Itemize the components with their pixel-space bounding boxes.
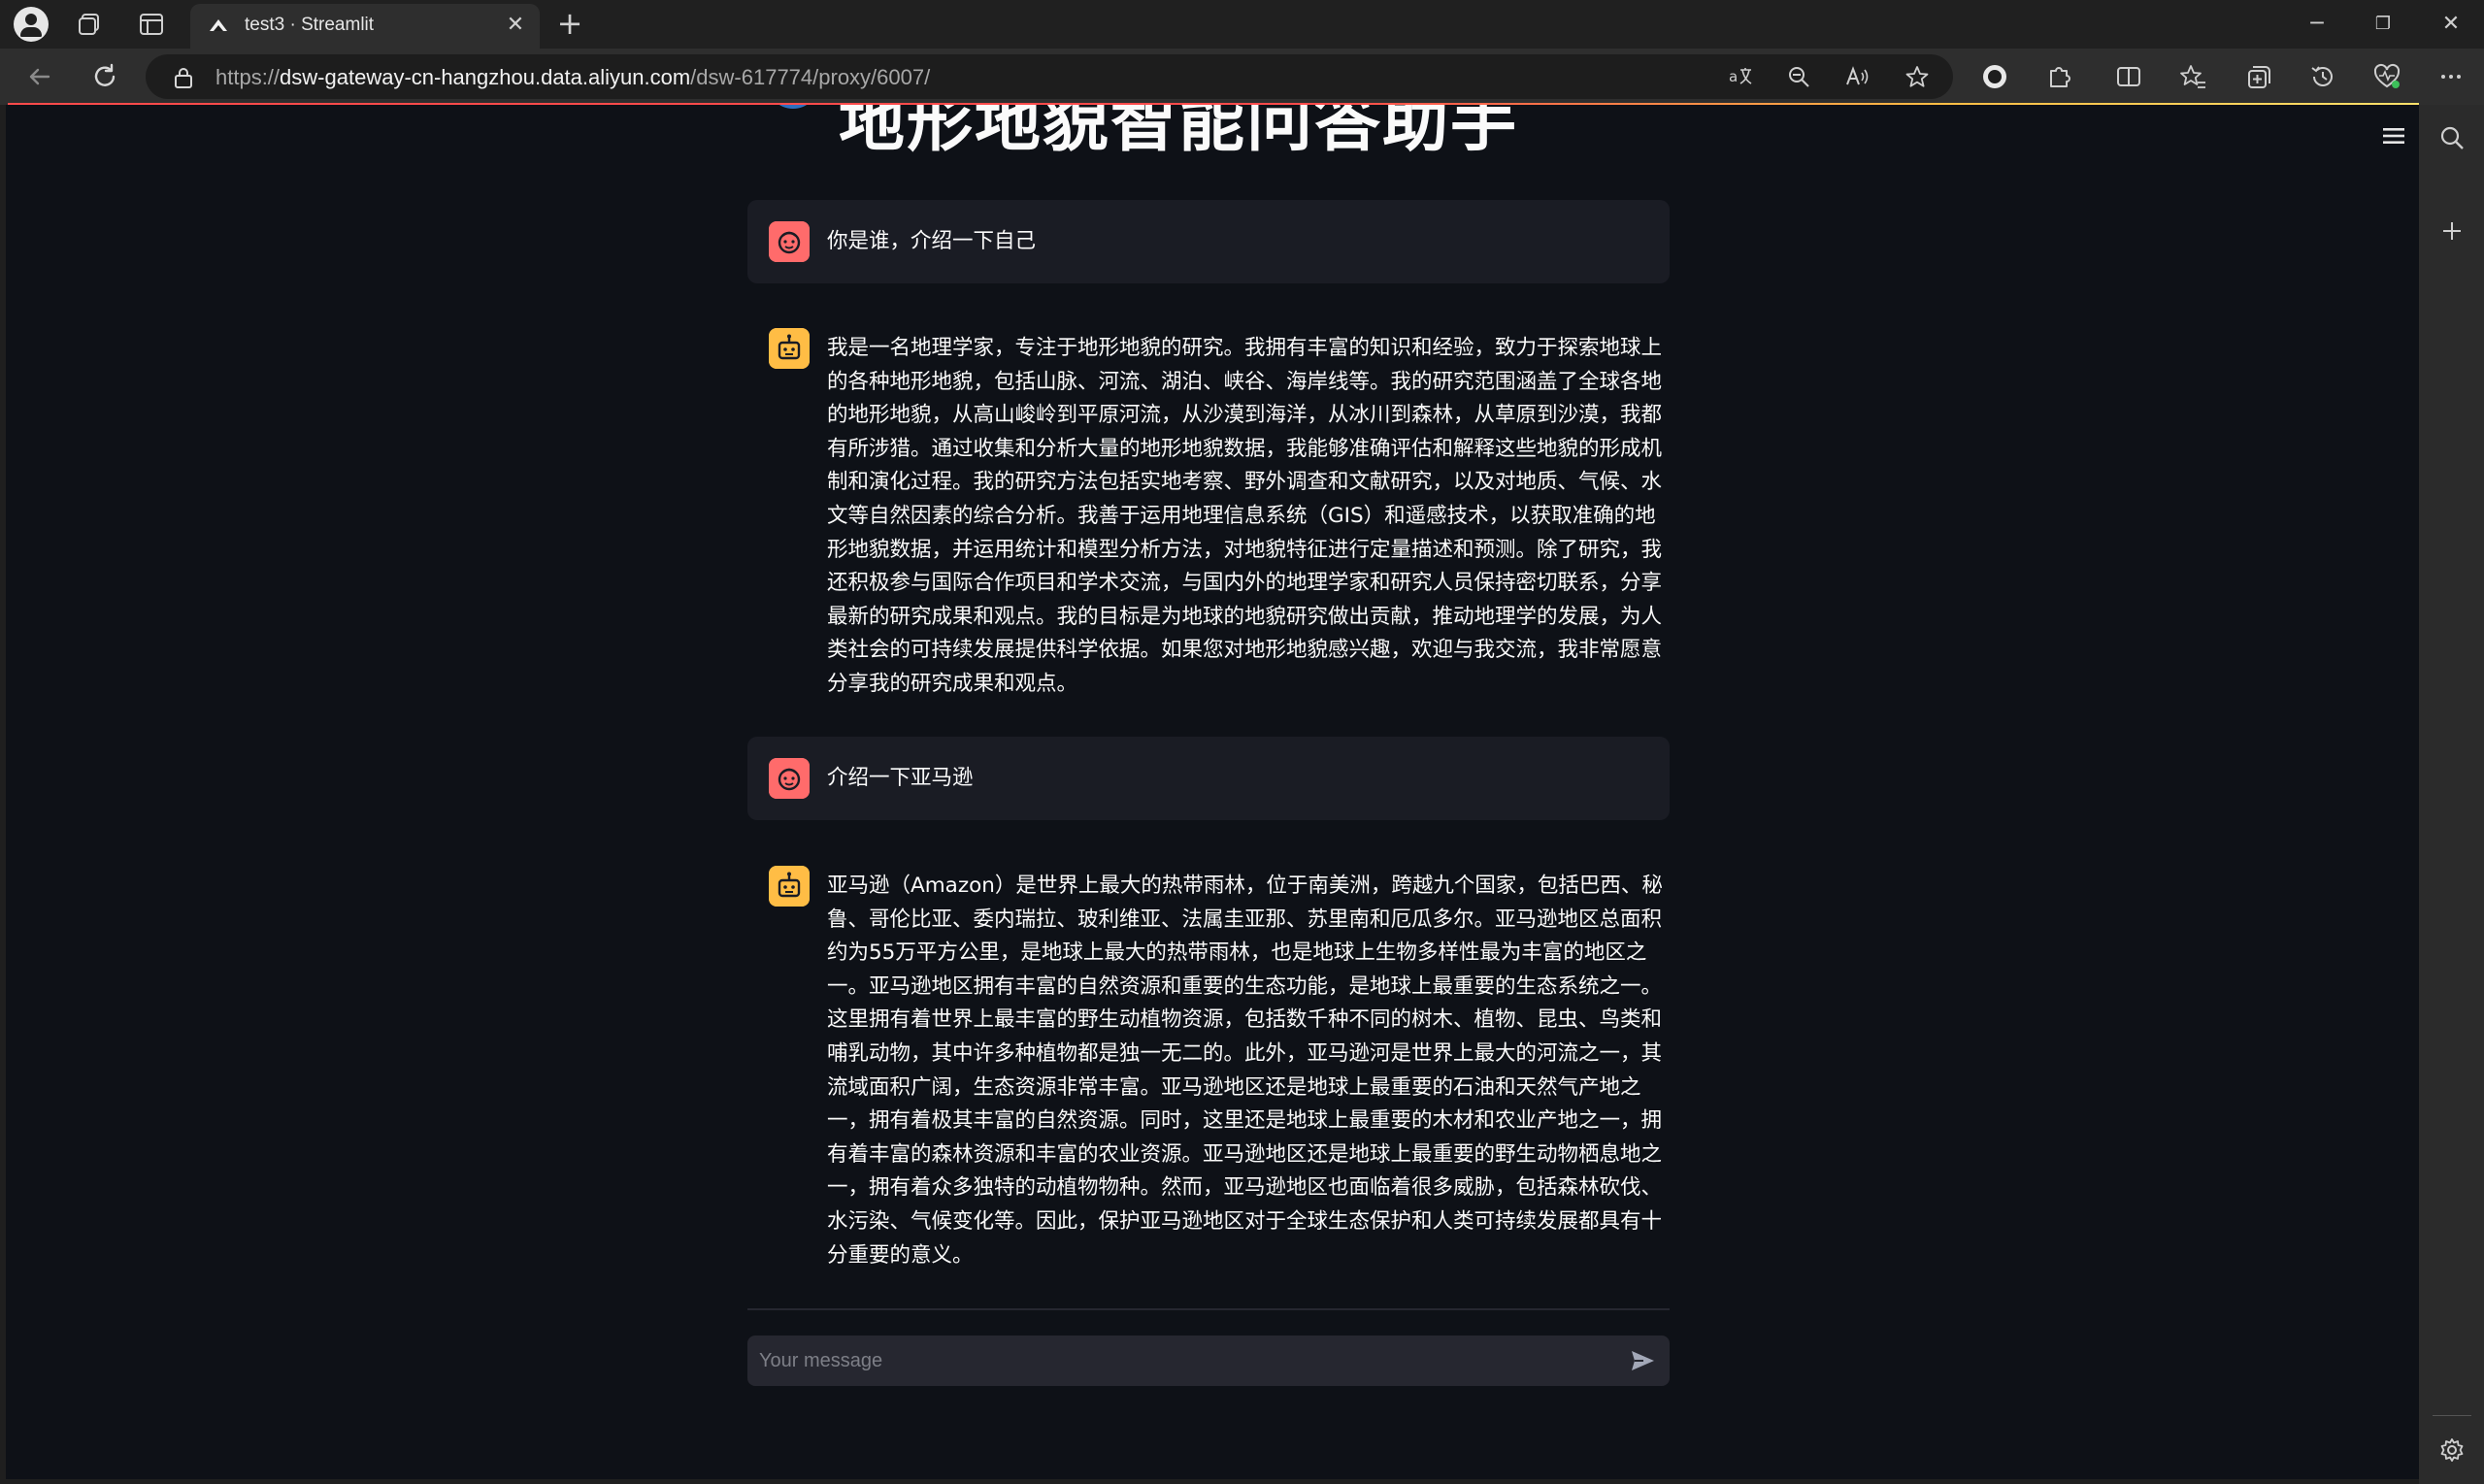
- chat-input[interactable]: [759, 1336, 1604, 1386]
- page-title: 地形地貌智能问答助手: [839, 105, 1519, 161]
- url-scheme: https://: [215, 65, 281, 89]
- chat-message-user: 你是谁，介绍一下自己: [747, 200, 1670, 283]
- chat-message-text: 介绍一下亚马逊: [827, 766, 974, 790]
- chat-divider: [747, 1308, 1670, 1310]
- restore-button[interactable]: ❐: [2368, 10, 2398, 39]
- back-icon[interactable]: [23, 61, 54, 92]
- search-icon[interactable]: [2438, 124, 2466, 151]
- extension-record-icon[interactable]: [1980, 62, 2009, 91]
- url-text[interactable]: https://dsw-gateway-cn-hangzhou.data.ali…: [215, 65, 930, 90]
- svg-text:a: a: [1729, 68, 1738, 85]
- tab-title: test3 · Streamlit: [245, 15, 375, 35]
- sidebar-separator: [2433, 1415, 2471, 1416]
- read-aloud-icon[interactable]: [1844, 64, 1870, 89]
- user-avatar-icon: [769, 758, 810, 799]
- url-host: dsw-gateway-cn-hangzhou.data.aliyun.com: [280, 65, 691, 89]
- tab-close-icon[interactable]: ✕: [503, 13, 528, 38]
- browser-essentials-icon[interactable]: [2372, 62, 2401, 91]
- heading-emoji-icon: [767, 105, 819, 109]
- favorites-icon[interactable]: [2178, 62, 2207, 91]
- profile-icon[interactable]: [14, 7, 49, 42]
- chat-input-container: [747, 1336, 1670, 1386]
- streamlit-favicon-icon: [210, 19, 227, 31]
- send-icon[interactable]: [1629, 1347, 1656, 1374]
- workspaces-icon[interactable]: [76, 11, 103, 38]
- main-menu-icon[interactable]: [2382, 126, 2405, 146]
- refresh-icon[interactable]: [89, 61, 120, 92]
- user-avatar-icon: [769, 221, 810, 262]
- edge-sidebar: [2419, 105, 2484, 1484]
- window-close-button[interactable]: ✕: [2436, 10, 2466, 39]
- new-tab-button[interactable]: +: [553, 8, 586, 41]
- chat-message-assistant: 亚马逊（Amazon）是世界上最大的热带雨林，位于南美洲，跨越九个国家，包括巴西…: [747, 844, 1670, 1301]
- translate-icon[interactable]: a: [1728, 64, 1753, 89]
- favorite-star-icon[interactable]: [1904, 64, 1930, 89]
- history-icon[interactable]: [2308, 62, 2337, 91]
- chat-message-text: 亚马逊（Amazon）是世界上最大的热带雨林，位于南美洲，跨越九个国家，包括巴西…: [827, 874, 1663, 1268]
- assistant-avatar-icon: [769, 328, 810, 369]
- streamlit-app: 地形地貌智能问答助手 你是谁，介绍一下自己 我是一名地理学家，专注于地形地貌的研…: [6, 105, 2419, 1479]
- chat-message-assistant: 我是一名地理学家，专注于地形地貌的研究。我拥有丰富的知识和经验，致力于探索地球上…: [747, 307, 1670, 811]
- address-bar[interactable]: https://dsw-gateway-cn-hangzhou.data.ali…: [146, 54, 1953, 99]
- collections-icon[interactable]: [2244, 62, 2273, 91]
- extensions-puzzle-icon[interactable]: [2044, 62, 2073, 91]
- url-path: /dsw-617774/proxy/6007/: [690, 65, 931, 89]
- chat-message-user: 介绍一下亚马逊: [747, 737, 1670, 820]
- gear-icon[interactable]: [2438, 1436, 2466, 1464]
- lock-icon[interactable]: [173, 66, 194, 89]
- more-options-icon[interactable]: [2436, 62, 2466, 91]
- chat-message-text: 我是一名地理学家，专注于地形地貌的研究。我拥有丰富的知识和经验，致力于探索地球上…: [827, 336, 1663, 696]
- assistant-avatar-icon: [769, 866, 810, 907]
- split-screen-icon[interactable]: [2114, 62, 2143, 91]
- chat-message-text: 你是谁，介绍一下自己: [827, 229, 1037, 253]
- vertical-tabs-icon[interactable]: [138, 11, 165, 38]
- browser-toolbar: https://dsw-gateway-cn-hangzhou.data.ali…: [0, 49, 2484, 105]
- zoom-out-icon[interactable]: [1786, 64, 1811, 89]
- add-sidebar-app-icon[interactable]: [2438, 217, 2466, 245]
- window-bottom-edge: [0, 1479, 2419, 1484]
- minimize-button[interactable]: ─: [2302, 10, 2332, 39]
- browser-title-bar: test3 · Streamlit ✕ + ─ ❐ ✕: [0, 0, 2484, 49]
- tab-active[interactable]: test3 · Streamlit ✕: [190, 4, 540, 49]
